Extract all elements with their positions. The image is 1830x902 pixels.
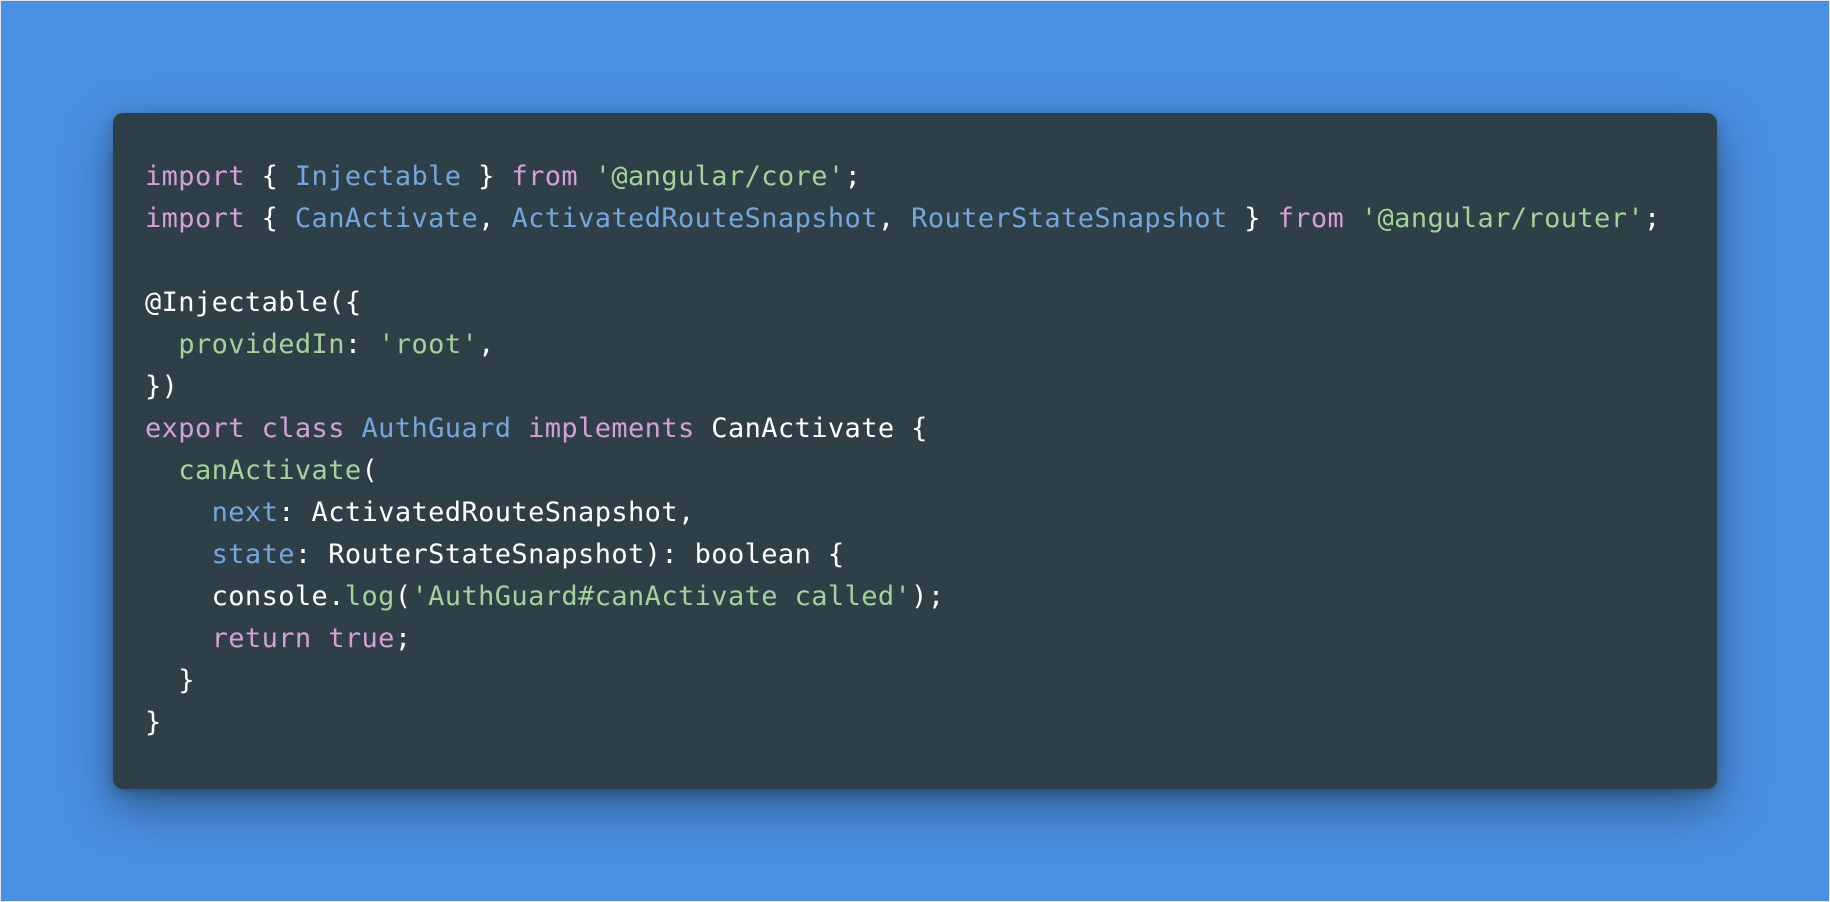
- code-token-plain: :: [344, 329, 379, 360]
- code-token-keyword: import: [145, 203, 245, 234]
- code-token-plain: CanActivate {: [694, 413, 928, 444]
- code-token-plain: ,: [877, 203, 912, 234]
- code-token-type: AuthGuard: [361, 413, 512, 444]
- code-token-plain: {: [244, 203, 295, 234]
- code-token-keyword: true: [328, 623, 395, 654]
- code-line-7: export class AuthGuard implements CanAct…: [145, 408, 1661, 450]
- code-line-1: import { Injectable } from '@angular/cor…: [145, 156, 1661, 198]
- code-token-plain: console.: [145, 581, 345, 612]
- code-token-plain: }: [145, 707, 162, 738]
- code-line-6: }): [145, 366, 1661, 408]
- code-token-plain: }: [145, 665, 195, 696]
- code-token-type: state: [211, 539, 295, 570]
- code-line-11: console.log('AuthGuard#canActivate calle…: [145, 576, 1661, 618]
- code-token-plain: (: [394, 581, 412, 612]
- code-token-plain: {: [244, 161, 295, 192]
- code-token-keyword: from: [511, 161, 579, 192]
- canvas-background: { "background_color": "#4a90e2", "editor…: [0, 0, 1830, 902]
- code-token-plain: : RouterStateSnapshot): boolean {: [294, 539, 845, 570]
- code-token-plain: }: [461, 161, 512, 192]
- code-token-keyword: implements: [528, 413, 695, 444]
- code-token-string: log: [344, 581, 395, 612]
- code-token-keyword: export: [145, 413, 245, 444]
- code-line-13: }: [145, 660, 1661, 702]
- code-line-4: @Injectable({: [145, 282, 1661, 324]
- code-token-plain: );: [911, 581, 945, 612]
- code-line-9: next: ActivatedRouteSnapshot,: [145, 492, 1661, 534]
- code-token-plain: ,: [478, 203, 512, 234]
- code-token-string: '@angular/core': [594, 161, 845, 192]
- code-token-plain: ;: [1644, 203, 1661, 234]
- code-token-keyword: from: [1277, 203, 1345, 234]
- code-token-keyword: class: [261, 413, 345, 444]
- code-token-string: 'root': [378, 329, 479, 360]
- code-token-plain: }: [1227, 203, 1278, 234]
- code-token-plain: : ActivatedRouteSnapshot,: [278, 497, 695, 528]
- code-token-plain: ;: [844, 161, 862, 192]
- code-token-type: RouterStateSnapshot: [911, 203, 1228, 234]
- code-token-plain: @Injectable({: [145, 287, 362, 318]
- code-token-type: Injectable: [294, 161, 462, 192]
- code-token-string: canActivate: [178, 455, 362, 486]
- code-token-plain: ,: [478, 329, 495, 360]
- code-token-type: ActivatedRouteSnapshot: [511, 203, 878, 234]
- code-window: import { Injectable } from '@angular/cor…: [113, 113, 1717, 789]
- code-line-14: }: [145, 702, 1661, 744]
- code-token-plain: }): [145, 371, 179, 402]
- code-token-plain: ;: [394, 623, 412, 654]
- code-line-2: import { CanActivate, ActivatedRouteSnap…: [145, 198, 1661, 240]
- code-line-8: canActivate(: [145, 450, 1661, 492]
- code-token-type: CanActivate: [294, 203, 479, 234]
- code-token-plain: (: [361, 455, 379, 486]
- code-token-string: '@angular/router': [1360, 203, 1645, 234]
- code-line-5: providedIn: 'root',: [145, 324, 1661, 366]
- code-line-10: state: RouterStateSnapshot): boolean {: [145, 534, 1661, 576]
- code-token-string: providedIn: [178, 329, 345, 360]
- code-token-string: 'AuthGuard#canActivate called': [411, 581, 912, 612]
- code-token-type: next: [211, 497, 279, 528]
- code-block[interactable]: import { Injectable } from '@angular/cor…: [145, 156, 1661, 744]
- code-line-12: return true;: [145, 618, 1661, 660]
- code-token-keyword: return: [211, 623, 312, 654]
- code-token-keyword: import: [145, 161, 245, 192]
